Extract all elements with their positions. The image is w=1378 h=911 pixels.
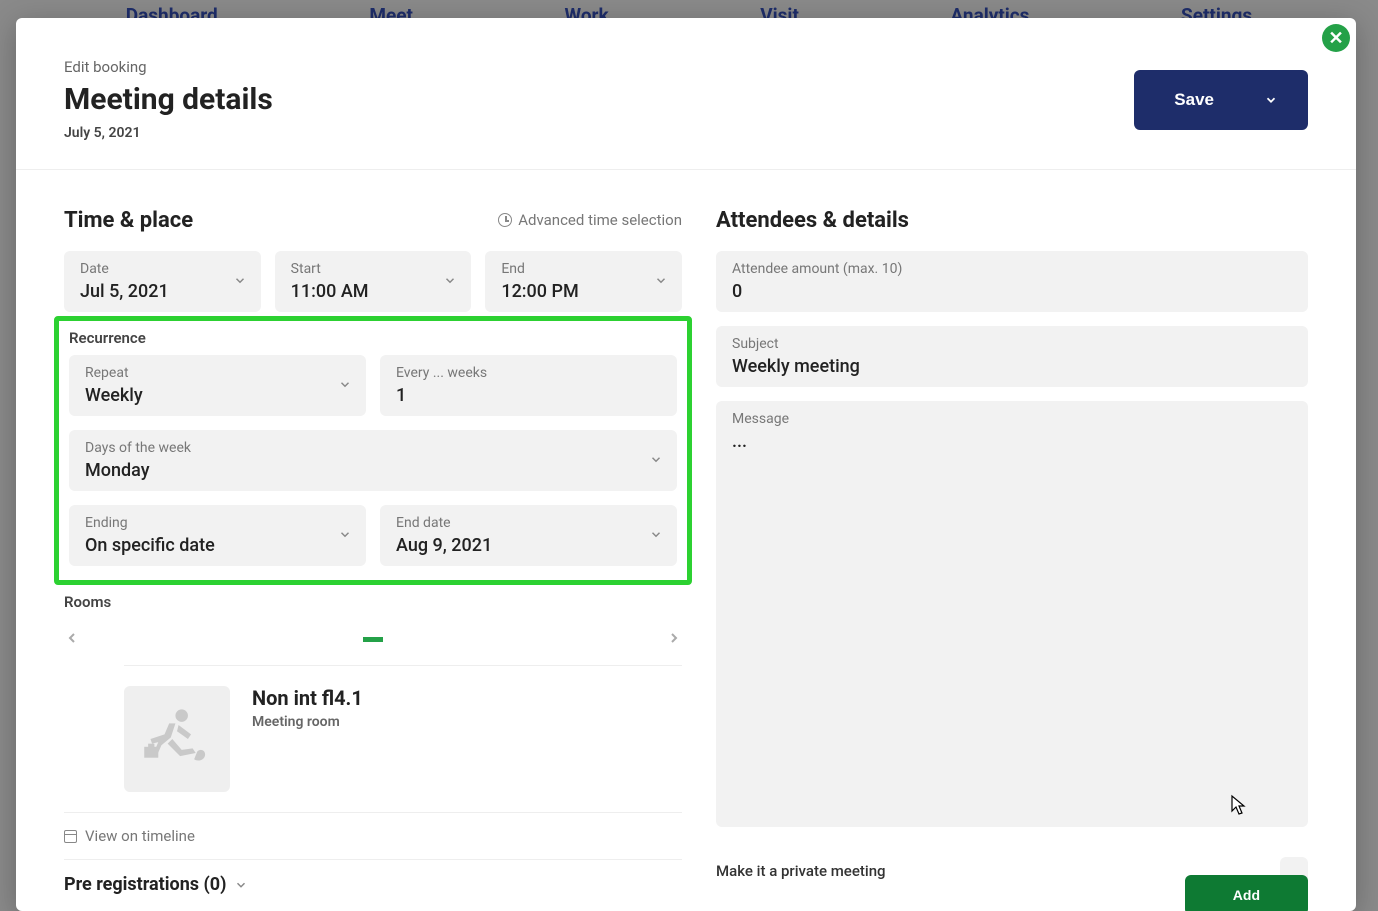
end-value: 12:00 PM — [501, 281, 666, 302]
room-thumbnail — [124, 686, 230, 792]
message-label: Message — [732, 411, 1292, 427]
start-label: Start — [291, 261, 456, 277]
room-type: Meeting room — [252, 714, 363, 730]
time-place-title: Time & place — [64, 208, 193, 233]
clock-icon — [498, 213, 512, 227]
attendee-amount-field[interactable]: Attendee amount (max. 10) 0 — [716, 251, 1308, 312]
modal-header: Edit booking Meeting details July 5, 202… — [16, 18, 1356, 170]
repeat-value: Weekly — [85, 385, 350, 406]
save-button[interactable]: Save — [1134, 70, 1308, 130]
modal-body: Time & place Advanced time selection Dat… — [16, 170, 1356, 901]
end-date-field[interactable]: End date Aug 9, 2021 — [380, 505, 677, 566]
chevron-down-icon — [234, 878, 248, 892]
advanced-time-link[interactable]: Advanced time selection — [498, 211, 682, 229]
ending-value: On specific date — [85, 535, 350, 556]
room-card[interactable]: Non int fl4.1 Meeting room — [124, 665, 682, 812]
date-label: Date — [80, 261, 245, 277]
recurrence-row-2: Days of the week Monday — [69, 430, 677, 491]
attendee-amount-value: 0 — [732, 281, 1292, 302]
close-icon: ✕ — [1328, 28, 1343, 49]
room-next-button[interactable] — [666, 627, 682, 651]
attendees-column: Attendees & details Attendee amount (max… — [716, 208, 1308, 901]
recurrence-section-highlight: Recurrence Repeat Weekly Every ... weeks… — [54, 316, 692, 585]
subject-value: Weekly meeting — [732, 356, 1292, 377]
recurrence-row-1: Repeat Weekly Every ... weeks 1 — [69, 355, 677, 416]
rooms-title: Rooms — [64, 593, 682, 611]
ending-field[interactable]: Ending On specific date — [69, 505, 366, 566]
time-place-column: Time & place Advanced time selection Dat… — [64, 208, 682, 901]
date-time-row: Date Jul 5, 2021 Start 11:00 AM End 12:0… — [64, 251, 682, 312]
days-of-week-field[interactable]: Days of the week Monday — [69, 430, 677, 491]
room-name: Non int fl4.1 — [252, 686, 363, 710]
repeat-label: Repeat — [85, 365, 350, 381]
repeat-field[interactable]: Repeat Weekly — [69, 355, 366, 416]
page-title: Meeting details — [64, 82, 273, 117]
room-texts: Non int fl4.1 Meeting room — [252, 686, 363, 792]
end-date-value: Aug 9, 2021 — [396, 535, 661, 556]
chevron-down-icon — [1264, 93, 1278, 107]
meeting-details-modal: ✕ Edit booking Meeting details July 5, 2… — [16, 18, 1356, 911]
prereg-section[interactable]: Pre registrations (0) — [64, 860, 682, 895]
add-button[interactable]: Add — [1185, 875, 1308, 901]
carousel-dot-indicator — [363, 637, 383, 642]
private-label: Make it a private meeting — [716, 862, 886, 880]
recurrence-title: Recurrence — [69, 329, 677, 347]
room-prev-button[interactable] — [64, 627, 80, 651]
attendees-head: Attendees & details — [716, 208, 1308, 233]
view-timeline-label: View on timeline — [85, 827, 195, 845]
header-date: July 5, 2021 — [64, 125, 273, 141]
start-field[interactable]: Start 11:00 AM — [275, 251, 472, 312]
prereg-title: Pre registrations (0) — [64, 874, 226, 895]
days-label: Days of the week — [85, 440, 661, 456]
attendee-amount-label: Attendee amount (max. 10) — [732, 261, 1292, 277]
date-field[interactable]: Date Jul 5, 2021 — [64, 251, 261, 312]
calendar-icon — [64, 830, 77, 843]
every-value: 1 — [396, 385, 661, 406]
running-person-icon — [138, 700, 216, 778]
close-button[interactable]: ✕ — [1322, 24, 1350, 52]
recurrence-row-3: Ending On specific date End date Aug 9, … — [69, 505, 677, 566]
time-place-head: Time & place Advanced time selection — [64, 208, 682, 233]
message-value: ... — [732, 431, 1292, 452]
subject-field[interactable]: Subject Weekly meeting — [716, 326, 1308, 387]
every-label: Every ... weeks — [396, 365, 661, 381]
end-field[interactable]: End 12:00 PM — [485, 251, 682, 312]
rooms-carousel-nav — [64, 619, 682, 659]
ending-label: Ending — [85, 515, 350, 531]
every-weeks-field[interactable]: Every ... weeks 1 — [380, 355, 677, 416]
header-texts: Edit booking Meeting details July 5, 202… — [64, 58, 273, 141]
save-label: Save — [1174, 90, 1214, 110]
advanced-time-label: Advanced time selection — [518, 211, 682, 229]
view-timeline-link[interactable]: View on timeline — [64, 812, 682, 860]
end-date-label: End date — [396, 515, 661, 531]
days-value: Monday — [85, 460, 661, 481]
date-value: Jul 5, 2021 — [80, 281, 245, 302]
message-field[interactable]: Message ... — [716, 401, 1308, 827]
end-label: End — [501, 261, 666, 277]
start-value: 11:00 AM — [291, 281, 456, 302]
attendees-title: Attendees & details — [716, 208, 909, 233]
subject-label: Subject — [732, 336, 1292, 352]
header-eyebrow: Edit booking — [64, 58, 273, 76]
